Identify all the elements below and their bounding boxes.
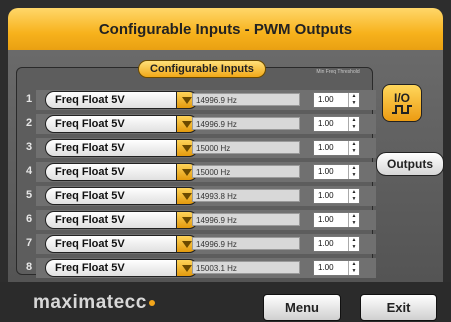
row-number: 2 [26,117,33,129]
row-number: 5 [26,189,33,201]
threshold-value: 1.00 [318,239,334,248]
up-down-arrows-icon[interactable]: ▲ ▼ [348,117,359,131]
threshold-value: 1.00 [318,263,334,272]
up-down-arrows-icon[interactable]: ▲ ▼ [348,165,359,179]
threshold-value: 1.00 [318,215,334,224]
frequency-readout: 15000 Hz [192,141,300,154]
input-row: 8 Freq Float 5V 15003.1 Hz 1.00 ▲ ▼ [20,258,376,278]
threshold-spinner[interactable]: 1.00 ▲ ▼ [313,164,360,180]
frequency-readout: 14996.9 Hz [192,237,300,250]
mode-dropdown-label: Freq Float 5V [55,190,125,202]
mode-dropdown-label: Freq Float 5V [55,214,125,226]
input-row: 6 Freq Float 5V 14996.9 Hz 1.00 ▲ ▼ [20,210,376,230]
up-down-arrows-icon[interactable]: ▲ ▼ [348,213,359,227]
frequency-readout: 15003.1 Hz [192,261,300,274]
mode-dropdown[interactable]: Freq Float 5V [45,187,198,205]
input-row: 4 Freq Float 5V 15000 Hz 1.00 ▲ ▼ [20,162,376,182]
threshold-value: 1.00 [318,119,334,128]
threshold-spinner[interactable]: 1.00 ▲ ▼ [313,140,360,156]
up-down-arrows-icon[interactable]: ▲ ▼ [348,189,359,203]
io-button[interactable]: I/O [382,84,422,122]
logo-dot [148,299,155,306]
threshold-spinner[interactable]: 1.00 ▲ ▼ [313,116,360,132]
page-title: Configurable Inputs - PWM Outputs [8,8,443,50]
io-label: I/O [393,91,410,105]
outputs-button[interactable]: Outputs [376,152,444,176]
frequency-readout: 14996.9 Hz [192,117,300,130]
mode-dropdown[interactable]: Freq Float 5V [45,91,198,109]
mode-dropdown-label: Freq Float 5V [55,166,125,178]
input-row: 1 Freq Float 5V 14996.9 Hz 1.00 ▲ ▼ [20,90,376,110]
threshold-spinner[interactable]: 1.00 ▲ ▼ [313,92,360,108]
mode-dropdown[interactable]: Freq Float 5V [45,115,198,133]
input-row: 3 Freq Float 5V 15000 Hz 1.00 ▲ ▼ [20,138,376,158]
input-row: 2 Freq Float 5V 14996.9 Hz 1.00 ▲ ▼ [20,114,376,134]
threshold-value: 1.00 [318,167,334,176]
page-title-text: Configurable Inputs - PWM Outputs [98,20,353,38]
mode-dropdown[interactable]: Freq Float 5V [45,235,198,253]
up-down-arrows-icon[interactable]: ▲ ▼ [348,141,359,155]
mode-dropdown[interactable]: Freq Float 5V [45,163,198,181]
brand-logo: maximatecc [33,292,155,314]
menu-button[interactable]: Menu [263,294,341,321]
mode-dropdown-label: Freq Float 5V [55,142,125,154]
row-number: 1 [26,93,33,105]
mode-dropdown-label: Freq Float 5V [55,118,125,130]
row-number: 4 [26,165,33,177]
row-number: 6 [26,213,33,225]
mode-dropdown-label: Freq Float 5V [55,262,125,274]
row-number: 3 [26,141,33,153]
panel-title: Configurable Inputs [138,60,266,78]
threshold-value: 1.00 [318,95,334,104]
input-row: 7 Freq Float 5V 14996.9 Hz 1.00 ▲ ▼ [20,234,376,254]
exit-button[interactable]: Exit [360,294,437,321]
threshold-spinner[interactable]: 1.00 ▲ ▼ [313,260,360,276]
mode-dropdown[interactable]: Freq Float 5V [45,211,198,229]
frequency-readout: 15000 Hz [192,165,300,178]
row-number: 8 [26,261,33,273]
up-down-arrows-icon[interactable]: ▲ ▼ [348,93,359,107]
mode-dropdown[interactable]: Freq Float 5V [45,139,198,157]
pulse-wave-icon [392,105,412,114]
logo-text: maximatecc [33,292,147,313]
threshold-spinner[interactable]: 1.00 ▲ ▼ [313,236,360,252]
mode-dropdown[interactable]: Freq Float 5V [45,259,198,277]
row-number: 7 [26,237,33,249]
threshold-value: 1.00 [318,191,334,200]
threshold-column-header: Min Freq Threshold [316,69,360,75]
input-row: 5 Freq Float 5V 14993.8 Hz 1.00 ▲ ▼ [20,186,376,206]
threshold-spinner[interactable]: 1.00 ▲ ▼ [313,188,360,204]
up-down-arrows-icon[interactable]: ▲ ▼ [348,261,359,275]
threshold-value: 1.00 [318,143,334,152]
up-down-arrows-icon[interactable]: ▲ ▼ [348,237,359,251]
frequency-readout: 14996.9 Hz [192,213,300,226]
threshold-spinner[interactable]: 1.00 ▲ ▼ [313,212,360,228]
frequency-readout: 14993.8 Hz [192,189,300,202]
mode-dropdown-label: Freq Float 5V [55,238,125,250]
frequency-readout: 14996.9 Hz [192,93,300,106]
mode-dropdown-label: Freq Float 5V [55,94,125,106]
